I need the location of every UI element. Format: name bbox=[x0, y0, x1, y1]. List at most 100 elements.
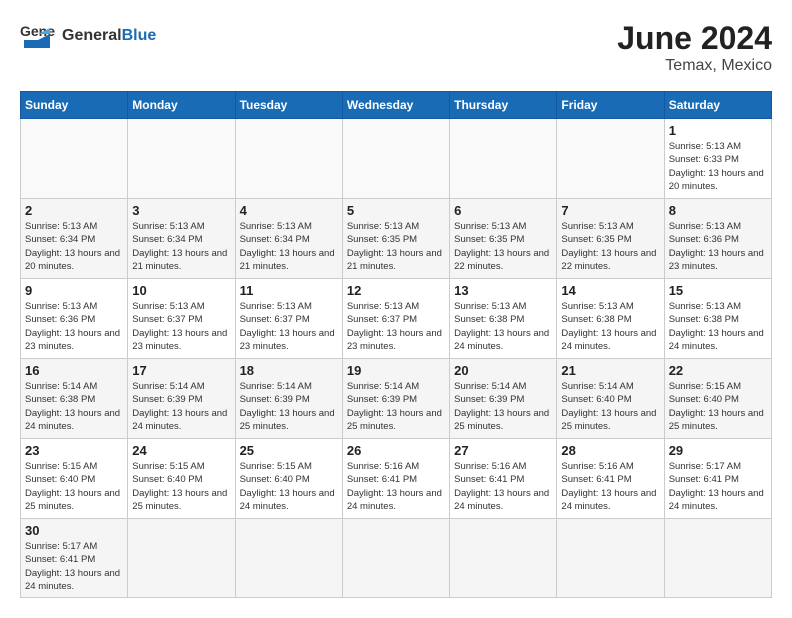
day-info: Sunrise: 5:13 AM Sunset: 6:38 PM Dayligh… bbox=[561, 300, 659, 353]
day-number: 19 bbox=[347, 363, 445, 378]
day-header-wednesday: Wednesday bbox=[342, 92, 449, 119]
day-number: 16 bbox=[25, 363, 123, 378]
day-header-tuesday: Tuesday bbox=[235, 92, 342, 119]
day-info: Sunrise: 5:14 AM Sunset: 6:39 PM Dayligh… bbox=[347, 380, 445, 433]
calendar-cell bbox=[664, 519, 771, 598]
calendar-cell: 1 Sunrise: 5:13 AM Sunset: 6:33 PM Daylig… bbox=[664, 119, 771, 199]
day-info: Sunrise: 5:14 AM Sunset: 6:39 PM Dayligh… bbox=[240, 380, 338, 433]
calendar-cell: 4 Sunrise: 5:13 AM Sunset: 6:34 PM Daylig… bbox=[235, 199, 342, 279]
calendar-week-4: 16Sunrise: 5:14 AM Sunset: 6:38 PM Dayli… bbox=[21, 359, 772, 439]
day-number: 7 bbox=[561, 203, 659, 218]
calendar-cell: 22Sunrise: 5:15 AM Sunset: 6:40 PM Dayli… bbox=[664, 359, 771, 439]
logo-text: GeneralBlue bbox=[62, 27, 156, 45]
day-number: 30 bbox=[25, 523, 123, 538]
calendar-cell: 25Sunrise: 5:15 AM Sunset: 6:40 PM Dayli… bbox=[235, 439, 342, 519]
calendar-cell bbox=[557, 119, 664, 199]
calendar-cell: 11Sunrise: 5:13 AM Sunset: 6:37 PM Dayli… bbox=[235, 279, 342, 359]
calendar-cell bbox=[128, 519, 235, 598]
calendar-week-3: 9 Sunrise: 5:13 AM Sunset: 6:36 PM Daylig… bbox=[21, 279, 772, 359]
day-info: Sunrise: 5:13 AM Sunset: 6:34 PM Dayligh… bbox=[25, 220, 123, 273]
day-number: 18 bbox=[240, 363, 338, 378]
calendar-cell: 19 Sunrise: 5:14 AM Sunset: 6:39 PM Dayli… bbox=[342, 359, 449, 439]
calendar-cell: 17Sunrise: 5:14 AM Sunset: 6:39 PM Dayli… bbox=[128, 359, 235, 439]
day-number: 9 bbox=[25, 283, 123, 298]
day-info: Sunrise: 5:13 AM Sunset: 6:33 PM Dayligh… bbox=[669, 140, 767, 193]
calendar-week-5: 23 Sunrise: 5:15 AM Sunset: 6:40 PM Dayli… bbox=[21, 439, 772, 519]
calendar-cell bbox=[450, 519, 557, 598]
day-number: 2 bbox=[25, 203, 123, 218]
calendar-cell: 5Sunrise: 5:13 AM Sunset: 6:35 PM Daylig… bbox=[342, 199, 449, 279]
calendar-cell: 23 Sunrise: 5:15 AM Sunset: 6:40 PM Dayli… bbox=[21, 439, 128, 519]
day-number: 3 bbox=[132, 203, 230, 218]
month-title: June 2024 bbox=[617, 20, 772, 57]
calendar-week-6: 30 Sunrise: 5:17 AM Sunset: 6:41 PM Dayli… bbox=[21, 519, 772, 598]
day-info: Sunrise: 5:15 AM Sunset: 6:40 PM Dayligh… bbox=[240, 460, 338, 513]
calendar-cell: 7 Sunrise: 5:13 AM Sunset: 6:35 PM Daylig… bbox=[557, 199, 664, 279]
day-number: 6 bbox=[454, 203, 552, 218]
day-header-thursday: Thursday bbox=[450, 92, 557, 119]
day-number: 23 bbox=[25, 443, 123, 458]
day-info: Sunrise: 5:13 AM Sunset: 6:36 PM Dayligh… bbox=[669, 220, 767, 273]
calendar-cell: 28 Sunrise: 5:16 AM Sunset: 6:41 PM Dayli… bbox=[557, 439, 664, 519]
calendar-cell: 3 Sunrise: 5:13 AM Sunset: 6:34 PM Daylig… bbox=[128, 199, 235, 279]
calendar-cell bbox=[342, 119, 449, 199]
calendar-table: SundayMondayTuesdayWednesdayThursdayFrid… bbox=[20, 91, 772, 598]
calendar-cell: 30 Sunrise: 5:17 AM Sunset: 6:41 PM Dayli… bbox=[21, 519, 128, 598]
day-number: 10 bbox=[132, 283, 230, 298]
day-info: Sunrise: 5:15 AM Sunset: 6:40 PM Dayligh… bbox=[132, 460, 230, 513]
day-info: Sunrise: 5:13 AM Sunset: 6:36 PM Dayligh… bbox=[25, 300, 123, 353]
calendar-cell bbox=[450, 119, 557, 199]
day-info: Sunrise: 5:17 AM Sunset: 6:41 PM Dayligh… bbox=[25, 540, 123, 593]
calendar-cell bbox=[557, 519, 664, 598]
calendar-cell bbox=[21, 119, 128, 199]
calendar-cell: 26Sunrise: 5:16 AM Sunset: 6:41 PM Dayli… bbox=[342, 439, 449, 519]
calendar-cell: 24 Sunrise: 5:15 AM Sunset: 6:40 PM Dayli… bbox=[128, 439, 235, 519]
day-number: 24 bbox=[132, 443, 230, 458]
day-header-friday: Friday bbox=[557, 92, 664, 119]
day-info: Sunrise: 5:13 AM Sunset: 6:35 PM Dayligh… bbox=[454, 220, 552, 273]
day-info: Sunrise: 5:16 AM Sunset: 6:41 PM Dayligh… bbox=[454, 460, 552, 513]
page-header: General GeneralBlue June 2024 Temax, Mex… bbox=[20, 20, 772, 75]
title-block: June 2024 Temax, Mexico bbox=[617, 20, 772, 75]
day-info: Sunrise: 5:13 AM Sunset: 6:34 PM Dayligh… bbox=[132, 220, 230, 273]
day-header-saturday: Saturday bbox=[664, 92, 771, 119]
day-number: 1 bbox=[669, 123, 767, 138]
day-info: Sunrise: 5:15 AM Sunset: 6:40 PM Dayligh… bbox=[669, 380, 767, 433]
day-number: 4 bbox=[240, 203, 338, 218]
calendar-cell: 16Sunrise: 5:14 AM Sunset: 6:38 PM Dayli… bbox=[21, 359, 128, 439]
calendar-cell: 6 Sunrise: 5:13 AM Sunset: 6:35 PM Daylig… bbox=[450, 199, 557, 279]
day-info: Sunrise: 5:13 AM Sunset: 6:35 PM Dayligh… bbox=[561, 220, 659, 273]
logo: General GeneralBlue bbox=[20, 20, 156, 52]
day-number: 28 bbox=[561, 443, 659, 458]
calendar-cell bbox=[235, 119, 342, 199]
day-info: Sunrise: 5:13 AM Sunset: 6:38 PM Dayligh… bbox=[669, 300, 767, 353]
day-number: 13 bbox=[454, 283, 552, 298]
day-info: Sunrise: 5:14 AM Sunset: 6:39 PM Dayligh… bbox=[454, 380, 552, 433]
day-info: Sunrise: 5:15 AM Sunset: 6:40 PM Dayligh… bbox=[25, 460, 123, 513]
calendar-cell: 18 Sunrise: 5:14 AM Sunset: 6:39 PM Dayli… bbox=[235, 359, 342, 439]
day-info: Sunrise: 5:13 AM Sunset: 6:37 PM Dayligh… bbox=[347, 300, 445, 353]
calendar-cell: 8Sunrise: 5:13 AM Sunset: 6:36 PM Daylig… bbox=[664, 199, 771, 279]
day-header-monday: Monday bbox=[128, 92, 235, 119]
day-number: 14 bbox=[561, 283, 659, 298]
calendar-cell: 2 Sunrise: 5:13 AM Sunset: 6:34 PM Daylig… bbox=[21, 199, 128, 279]
day-info: Sunrise: 5:13 AM Sunset: 6:37 PM Dayligh… bbox=[132, 300, 230, 353]
svg-text:General: General bbox=[20, 23, 56, 39]
calendar-cell: 14 Sunrise: 5:13 AM Sunset: 6:38 PM Dayli… bbox=[557, 279, 664, 359]
logo-icon: General bbox=[20, 20, 56, 52]
day-number: 11 bbox=[240, 283, 338, 298]
day-number: 20 bbox=[454, 363, 552, 378]
day-info: Sunrise: 5:16 AM Sunset: 6:41 PM Dayligh… bbox=[561, 460, 659, 513]
day-number: 26 bbox=[347, 443, 445, 458]
day-info: Sunrise: 5:13 AM Sunset: 6:34 PM Dayligh… bbox=[240, 220, 338, 273]
calendar-week-1: 1 Sunrise: 5:13 AM Sunset: 6:33 PM Daylig… bbox=[21, 119, 772, 199]
calendar-cell bbox=[342, 519, 449, 598]
calendar-cell bbox=[235, 519, 342, 598]
calendar-cell: 10 Sunrise: 5:13 AM Sunset: 6:37 PM Dayli… bbox=[128, 279, 235, 359]
calendar-cell: 20 Sunrise: 5:14 AM Sunset: 6:39 PM Dayli… bbox=[450, 359, 557, 439]
calendar-cell: 29Sunrise: 5:17 AM Sunset: 6:41 PM Dayli… bbox=[664, 439, 771, 519]
day-info: Sunrise: 5:13 AM Sunset: 6:38 PM Dayligh… bbox=[454, 300, 552, 353]
location-subtitle: Temax, Mexico bbox=[617, 57, 772, 75]
day-number: 15 bbox=[669, 283, 767, 298]
calendar-cell: 21Sunrise: 5:14 AM Sunset: 6:40 PM Dayli… bbox=[557, 359, 664, 439]
